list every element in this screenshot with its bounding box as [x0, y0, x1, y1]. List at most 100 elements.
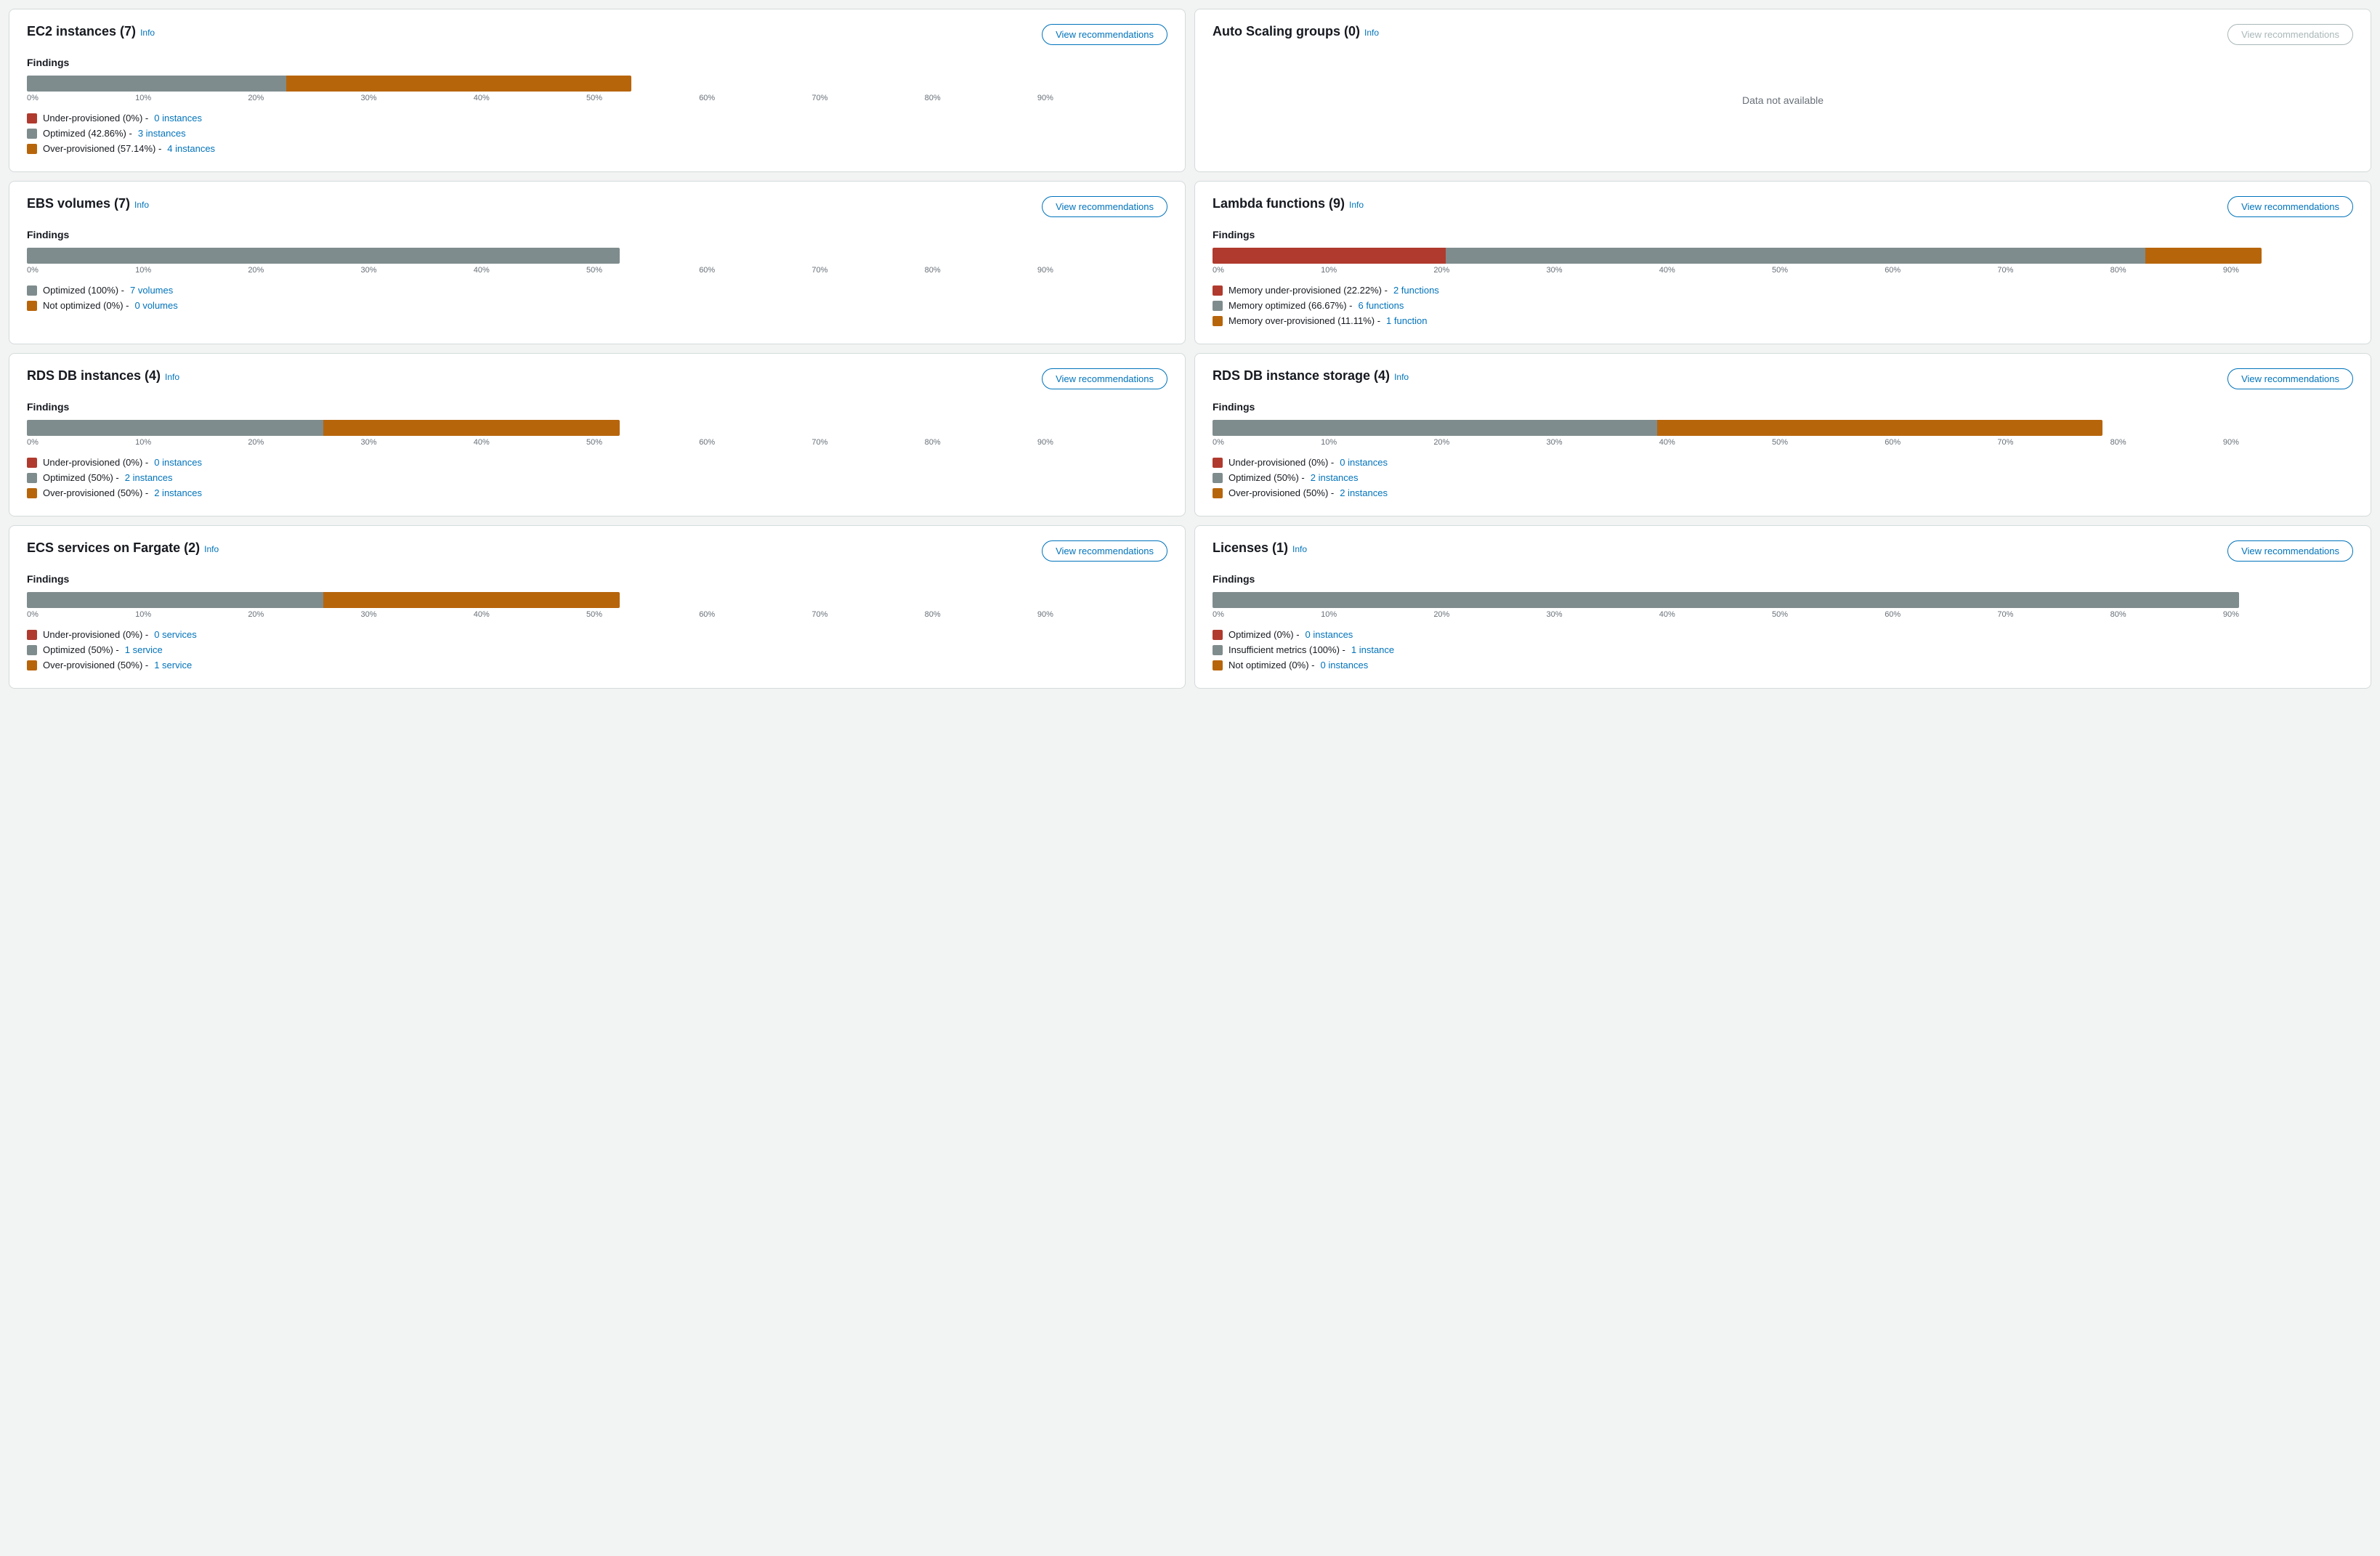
- bar-label: 30%: [1547, 610, 1563, 619]
- legend-item-ebs-0: Optimized (100%) - 7 volumes: [27, 285, 1167, 296]
- legend-text-lambda-1: Memory optimized (66.67%) -: [1229, 300, 1353, 311]
- legend-text-lambda-2: Memory over-provisioned (11.11%) -: [1229, 315, 1380, 326]
- legend-link-rds-2[interactable]: 2 instances: [154, 487, 202, 498]
- legend-link-lambda-0[interactable]: 2 functions: [1393, 285, 1439, 296]
- view-recommendations-button-rds[interactable]: View recommendations: [1042, 368, 1167, 389]
- legend-text-rds-0: Under-provisioned (0%) -: [43, 457, 148, 468]
- card-title-ec2: EC2 instances (7): [27, 24, 136, 39]
- bar-segment-ebs-0: [27, 248, 620, 264]
- bar-label: 60%: [1885, 438, 1901, 447]
- card-ec2: EC2 instances (7) Info View recommendation…: [9, 9, 1186, 172]
- legend-link-ecs-0[interactable]: 0 services: [154, 629, 197, 640]
- legend-link-rds-0[interactable]: 0 instances: [154, 457, 202, 468]
- legend-text-rds-1: Optimized (50%) -: [43, 472, 119, 483]
- bar-label: 80%: [925, 266, 941, 275]
- card-licenses: Licenses (1)InfoView recommendationsFind…: [1194, 525, 2371, 689]
- legend-link-rds-storage-1[interactable]: 2 instances: [1311, 472, 1359, 483]
- findings-label-lambda: Findings: [1213, 229, 2353, 240]
- bar-segment-rds-2: [323, 420, 620, 436]
- bar-labels-lambda: 0%10%20%30%40%50%60%70%80%90%: [1213, 266, 2239, 275]
- legend-link-ebs-1[interactable]: 0 volumes: [134, 300, 177, 311]
- view-recommendations-button-ec2[interactable]: View recommendations: [1042, 24, 1167, 45]
- bar-label: 0%: [1213, 610, 1224, 619]
- legend-item-ecs-0: Under-provisioned (0%) - 0 services: [27, 629, 1167, 640]
- findings-label-ecs: Findings: [27, 573, 1167, 585]
- legend-link-rds-1[interactable]: 2 instances: [125, 472, 173, 483]
- info-link-ecs[interactable]: Info: [204, 544, 219, 554]
- bar-labels-ec2: 0%10%20%30%40%50%60%70%80%90%: [27, 94, 1053, 102]
- legend-color-ec2-2: [27, 144, 37, 154]
- legend-item-rds-storage-0: Under-provisioned (0%) - 0 instances: [1213, 457, 2353, 468]
- legend-link-ec2-1[interactable]: 3 instances: [138, 128, 186, 139]
- legend-link-licenses-1[interactable]: 1 instance: [1351, 644, 1394, 655]
- view-recommendations-button-licenses[interactable]: View recommendations: [2227, 540, 2353, 562]
- legend-text-ecs-1: Optimized (50%) -: [43, 644, 119, 655]
- bar-container-lambda: 0%10%20%30%40%50%60%70%80%90%: [1213, 248, 2353, 275]
- bar-label: 80%: [2110, 438, 2126, 447]
- legend-item-rds-storage-1: Optimized (50%) - 2 instances: [1213, 472, 2353, 483]
- bar-label: 0%: [27, 610, 39, 619]
- info-link-rds-storage[interactable]: Info: [1394, 372, 1409, 382]
- bar-label: 70%: [811, 610, 827, 619]
- legend-link-licenses-0[interactable]: 0 instances: [1306, 629, 1353, 640]
- legend-text-ec2-1: Optimized (42.86%) -: [43, 128, 132, 139]
- legend-link-lambda-1[interactable]: 6 functions: [1359, 300, 1404, 311]
- view-recommendations-button-lambda[interactable]: View recommendations: [2227, 196, 2353, 217]
- legend-ecs: Under-provisioned (0%) - 0 services Optim…: [27, 629, 1167, 670]
- card-title-rds: RDS DB instances (4): [27, 368, 161, 384]
- legend-color-licenses-2: [1213, 660, 1223, 670]
- info-link-asg[interactable]: Info: [1364, 28, 1379, 38]
- legend-text-rds-storage-0: Under-provisioned (0%) -: [1229, 457, 1334, 468]
- card-title-licenses: Licenses (1): [1213, 540, 1288, 556]
- info-link-licenses[interactable]: Info: [1292, 544, 1307, 554]
- bar-track-rds: [27, 420, 620, 436]
- info-link-rds[interactable]: Info: [165, 372, 179, 382]
- view-recommendations-button-ebs[interactable]: View recommendations: [1042, 196, 1167, 217]
- bar-label: 70%: [1997, 266, 2013, 275]
- legend-licenses: Optimized (0%) - 0 instancesInsufficient…: [1213, 629, 2353, 670]
- bar-label: 40%: [474, 94, 490, 102]
- legend-ebs: Optimized (100%) - 7 volumesNot optimize…: [27, 285, 1167, 311]
- card-title-ebs: EBS volumes (7): [27, 196, 130, 211]
- view-recommendations-button-rds-storage[interactable]: View recommendations: [2227, 368, 2353, 389]
- bar-track-rds-storage: [1213, 420, 2102, 436]
- legend-ec2: Under-provisioned (0%) - 0 instances Opti…: [27, 113, 1167, 154]
- legend-link-ecs-2[interactable]: 1 service: [154, 660, 192, 670]
- card-rds-storage: RDS DB instance storage (4) Info View reco…: [1194, 353, 2371, 516]
- card-header-asg: Auto Scaling groups (0)InfoView recommen…: [1213, 24, 2353, 45]
- legend-link-ec2-0[interactable]: 0 instances: [154, 113, 202, 123]
- legend-link-licenses-2[interactable]: 0 instances: [1320, 660, 1368, 670]
- bar-label: 50%: [586, 266, 602, 275]
- findings-label-rds-storage: Findings: [1213, 401, 2353, 413]
- card-header-ec2: EC2 instances (7) Info View recommendation…: [27, 24, 1167, 45]
- legend-text-ec2-2: Over-provisioned (57.14%) -: [43, 143, 161, 154]
- bar-label: 70%: [811, 266, 827, 275]
- legend-text-rds-storage-1: Optimized (50%) -: [1229, 472, 1305, 483]
- card-ecs: ECS services on Fargate (2)InfoView reco…: [9, 525, 1186, 689]
- bar-label: 20%: [248, 94, 264, 102]
- legend-link-ec2-2[interactable]: 4 instances: [167, 143, 215, 154]
- bar-label: 80%: [925, 438, 941, 447]
- bar-label: 20%: [248, 438, 264, 447]
- card-title-rds-storage: RDS DB instance storage (4): [1213, 368, 1390, 384]
- legend-link-rds-storage-2[interactable]: 2 instances: [1340, 487, 1388, 498]
- bar-label: 0%: [27, 94, 39, 102]
- legend-link-rds-storage-0[interactable]: 0 instances: [1340, 457, 1388, 468]
- info-link-ebs[interactable]: Info: [134, 200, 149, 210]
- info-link-lambda[interactable]: Info: [1349, 200, 1364, 210]
- title-area-rds-storage: RDS DB instance storage (4) Info: [1213, 368, 1409, 384]
- legend-link-ecs-1[interactable]: 1 service: [125, 644, 163, 655]
- bar-labels-rds: 0%10%20%30%40%50%60%70%80%90%: [27, 438, 1053, 447]
- legend-link-ebs-0[interactable]: 7 volumes: [130, 285, 173, 296]
- bar-label: 80%: [925, 610, 941, 619]
- view-recommendations-button-ecs[interactable]: View recommendations: [1042, 540, 1167, 562]
- info-link-ec2[interactable]: Info: [140, 28, 155, 38]
- legend-link-lambda-2[interactable]: 1 function: [1386, 315, 1427, 326]
- bar-labels-ebs: 0%10%20%30%40%50%60%70%80%90%: [27, 266, 1053, 275]
- title-area-rds: RDS DB instances (4) Info: [27, 368, 179, 384]
- bar-segment-rds-1: [27, 420, 323, 436]
- legend-item-ec2-0: Under-provisioned (0%) - 0 instances: [27, 113, 1167, 123]
- legend-item-licenses-0: Optimized (0%) - 0 instances: [1213, 629, 2353, 640]
- legend-color-rds-storage-0: [1213, 458, 1223, 468]
- bar-label: 90%: [2223, 266, 2239, 275]
